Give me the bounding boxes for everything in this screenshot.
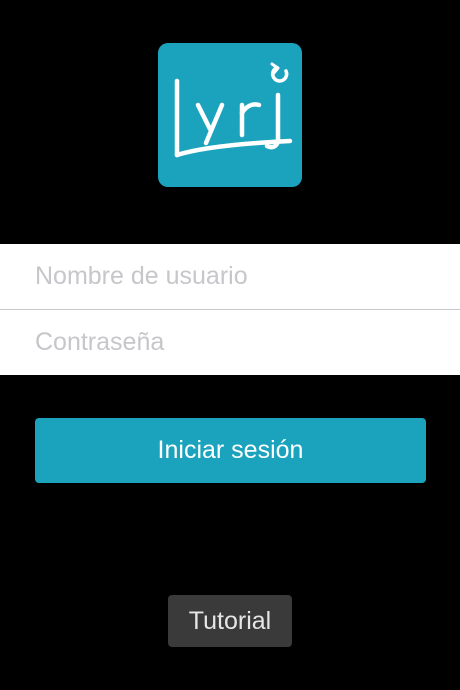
lyrj-app-logo-icon bbox=[174, 62, 293, 158]
login-form bbox=[0, 244, 460, 375]
username-field[interactable] bbox=[0, 244, 460, 309]
app-logo bbox=[158, 43, 302, 187]
login-screen: Iniciar sesión Tutorial bbox=[0, 0, 460, 690]
tutorial-button[interactable]: Tutorial bbox=[168, 595, 292, 647]
password-field[interactable] bbox=[0, 310, 460, 375]
login-button[interactable]: Iniciar sesión bbox=[35, 418, 426, 483]
